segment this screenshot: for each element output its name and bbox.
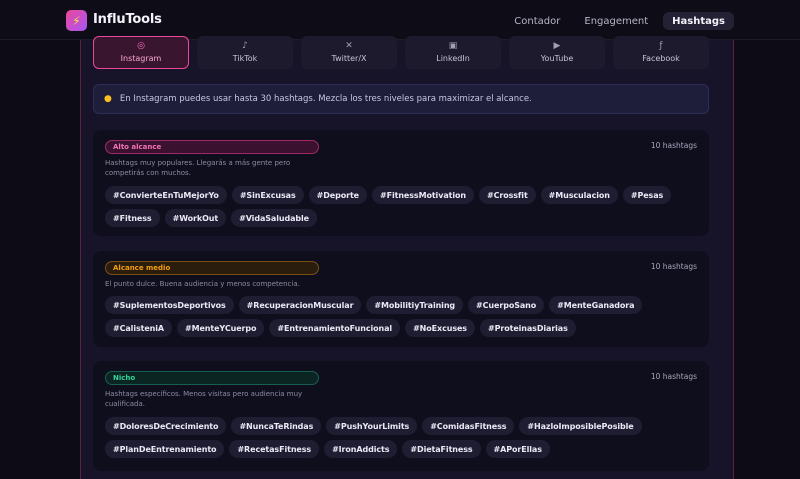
- tab-label: Instagram: [120, 54, 162, 63]
- nav-hashtags[interactable]: Hashtags: [663, 12, 734, 30]
- hashtag-chip[interactable]: #FitnessMotivation: [372, 186, 474, 204]
- hashtag-count: 10 hashtags: [650, 372, 697, 381]
- tip-banner: ● En Instagram puedes usar hasta 30 hash…: [93, 84, 709, 114]
- tab-label: YouTube: [540, 54, 574, 63]
- hashtag-chip[interactable]: #Fitness: [105, 209, 160, 227]
- hashtag-chip[interactable]: #SuplementosDeportivos: [105, 296, 234, 314]
- hashtag-chip[interactable]: #DietaFitness: [402, 440, 481, 458]
- hashtag-chip[interactable]: #PlanDeEntrenamiento: [105, 440, 225, 458]
- hashtag-chip[interactable]: #Musculacion: [540, 186, 618, 204]
- hashtag-chip[interactable]: #Crossfit: [478, 186, 536, 204]
- hashtag-chip[interactable]: #RecuperacionMuscular: [238, 296, 362, 314]
- level-badge: Alcance medio: [105, 261, 319, 275]
- brand-name[interactable]: InfluTools: [93, 12, 162, 27]
- platform-tabs: ◎ Instagram ♪ TikTok ✕ Twitter/X ▣ Linke…: [93, 36, 709, 69]
- level-badge: Alto alcance: [105, 140, 319, 154]
- hashtag-chip[interactable]: #NoExcuses: [405, 319, 475, 337]
- hashtag-chip[interactable]: #PushYourLimits: [326, 417, 418, 435]
- hashtag-chip[interactable]: #MenteGanadora: [549, 296, 643, 314]
- tab-twitter[interactable]: ✕ Twitter/X: [301, 36, 397, 69]
- tag-list: #ConvierteEnTuMejorYo #SinExcusas #Depor…: [105, 186, 705, 227]
- hashtag-group-niche: Nicho 10 hashtags Hashtags específicos. …: [93, 361, 709, 471]
- x-icon: ✕: [345, 41, 353, 51]
- hashtag-chip[interactable]: #ComidasFitness: [422, 417, 515, 435]
- tab-linkedin[interactable]: ▣ LinkedIn: [405, 36, 501, 69]
- tab-label: Facebook: [642, 54, 680, 63]
- group-description: Hashtags específicos. Menos visitas pero…: [105, 390, 303, 408]
- hashtag-count: 10 hashtags: [650, 141, 697, 150]
- linkedin-icon: ▣: [448, 41, 458, 51]
- nav-engagement[interactable]: Engagement: [575, 12, 657, 30]
- top-nav: Contador Engagement Hashtags: [505, 12, 734, 30]
- hashtag-group-high: Alto alcance 10 hashtags Hashtags muy po…: [93, 130, 709, 236]
- hashtag-chip[interactable]: #HazloImposiblePosible: [519, 417, 642, 435]
- hashtag-group-medium: Alcance medio 10 hashtags El punto dulce…: [93, 251, 709, 347]
- facebook-icon: ƒ: [659, 41, 663, 51]
- nav-contador[interactable]: Contador: [505, 12, 569, 30]
- hashtag-chip[interactable]: #WorkOut: [164, 209, 227, 227]
- tiktok-icon: ♪: [242, 41, 248, 51]
- hashtag-chip[interactable]: #ConvierteEnTuMejorYo: [105, 186, 227, 204]
- lightning-logo-icon[interactable]: ⚡: [66, 10, 87, 31]
- tab-instagram[interactable]: ◎ Instagram: [93, 36, 189, 69]
- hashtags-panel: ◎ Instagram ♪ TikTok ✕ Twitter/X ▣ Linke…: [80, 36, 734, 479]
- group-description: El punto dulce. Buena audiencia y menos …: [105, 280, 300, 288]
- hashtag-chip[interactable]: #MobilitiyTraining: [366, 296, 464, 314]
- hashtag-chip[interactable]: #NuncaTeRindas: [231, 417, 322, 435]
- hashtag-chip[interactable]: #SinExcusas: [231, 186, 304, 204]
- instagram-icon: ◎: [137, 41, 145, 51]
- hashtag-chip[interactable]: #VidaSaludable: [231, 209, 317, 227]
- hashtag-chip[interactable]: #CuerpoSano: [468, 296, 545, 314]
- hashtag-chip[interactable]: #RecetasFitness: [229, 440, 320, 458]
- level-badge: Nicho: [105, 371, 319, 385]
- tab-label: TikTok: [232, 54, 258, 63]
- tip-text: En Instagram puedes usar hasta 30 hashta…: [119, 94, 532, 104]
- hashtag-chip[interactable]: #DoloresDeCrecimiento: [105, 417, 227, 435]
- hashtag-chip[interactable]: #MenteYCuerpo: [177, 319, 265, 337]
- hashtag-chip[interactable]: #CalisteniA: [105, 319, 172, 337]
- lightbulb-icon: ●: [104, 94, 112, 104]
- hashtag-chip[interactable]: #ProteinasDiarias: [479, 319, 576, 337]
- tab-youtube[interactable]: ▶ YouTube: [509, 36, 605, 69]
- tab-label: Twitter/X: [331, 54, 367, 63]
- youtube-icon: ▶: [553, 41, 561, 51]
- tab-facebook[interactable]: ƒ Facebook: [613, 36, 709, 69]
- tab-tiktok[interactable]: ♪ TikTok: [197, 36, 293, 69]
- hashtag-chip[interactable]: #Pesas: [622, 186, 672, 204]
- hashtag-chip[interactable]: #IronAddicts: [324, 440, 398, 458]
- hashtag-chip[interactable]: #EntrenamientoFuncional: [269, 319, 401, 337]
- tag-list: #SuplementosDeportivos #RecuperacionMusc…: [105, 296, 705, 337]
- tag-list: #DoloresDeCrecimiento #NuncaTeRindas #Pu…: [105, 417, 705, 458]
- hashtag-chip[interactable]: #Deporte: [308, 186, 367, 204]
- group-description: Hashtags muy populares. Llegarás a más g…: [105, 159, 291, 177]
- app-header: ⚡ InfluTools Contador Engagement Hashtag…: [0, 0, 800, 40]
- hashtag-chip[interactable]: #APorEllas: [485, 440, 550, 458]
- tab-label: LinkedIn: [436, 54, 470, 63]
- hashtag-count: 10 hashtags: [650, 262, 697, 271]
